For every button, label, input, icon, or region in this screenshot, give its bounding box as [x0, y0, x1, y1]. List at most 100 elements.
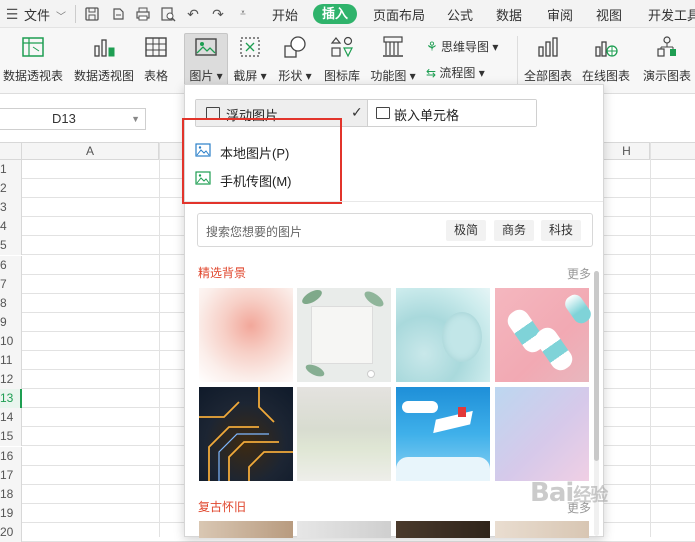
- mind-map-button[interactable]: ⚘ 思维导图 ▾: [426, 38, 498, 55]
- embed-cell-label: 嵌入单元格: [394, 108, 460, 123]
- row-header[interactable]: 6: [0, 255, 22, 275]
- hamburger-icon[interactable]: ☰: [4, 6, 20, 22]
- background-thumbnail[interactable]: [199, 387, 293, 481]
- function-chart-button[interactable]: 功能图 ▾: [368, 34, 418, 88]
- tab-review[interactable]: 审阅: [547, 5, 573, 24]
- row-header[interactable]: 7: [0, 274, 22, 294]
- export-icon[interactable]: [110, 6, 126, 22]
- screenshot-icon: [237, 34, 263, 60]
- tab-insert[interactable]: 插入: [313, 4, 357, 24]
- file-menu[interactable]: 文件: [24, 5, 50, 24]
- mind-map-label: 思维导图: [441, 40, 490, 54]
- redo-icon[interactable]: ↷: [210, 6, 226, 22]
- row-header[interactable]: 9: [0, 312, 22, 332]
- retro-thumbnail[interactable]: [495, 521, 589, 538]
- shape-button[interactable]: 形状 ▾: [276, 34, 314, 88]
- tag-minimal[interactable]: 极简: [446, 220, 487, 241]
- row-header[interactable]: 17: [0, 465, 22, 485]
- tab-developer[interactable]: 开发工具: [648, 5, 695, 24]
- embed-cell-icon: [376, 107, 390, 119]
- chevron-down-icon[interactable]: ﹀: [56, 8, 66, 23]
- print-icon[interactable]: [135, 6, 151, 22]
- row-header[interactable]: 2: [0, 179, 22, 199]
- tab-view[interactable]: 视图: [596, 5, 622, 24]
- pivot-chart-label: 数据透视图: [73, 69, 134, 83]
- pivot-table-label: 数据透视表: [2, 69, 63, 83]
- row-header[interactable]: 3: [0, 198, 22, 218]
- search-input[interactable]: 搜索您想要的图片: [206, 223, 302, 240]
- online-chart-label: 在线图表: [581, 69, 630, 83]
- background-thumbnail[interactable]: [199, 288, 293, 382]
- watermark-logo: Bai经验: [530, 478, 608, 508]
- ribbon-divider: [517, 36, 518, 86]
- row-header[interactable]: 4: [0, 217, 22, 237]
- online-chart-button[interactable]: 在线图表: [580, 34, 632, 88]
- tab-page-layout[interactable]: 页面布局: [373, 5, 425, 24]
- all-charts-button[interactable]: 全部图表: [522, 34, 574, 88]
- icon-library-icon: [329, 34, 355, 60]
- icon-library-button[interactable]: 图标库: [322, 34, 362, 88]
- background-thumbnail[interactable]: [495, 288, 594, 382]
- undo-icon[interactable]: ↶: [185, 6, 201, 22]
- demo-chart-button[interactable]: 演示图表: [640, 34, 694, 88]
- background-thumbnail[interactable]: [297, 287, 391, 382]
- picture-dropdown-panel: 浮动图片 ✓ 嵌入单元格 本地图片(P) 手机传图(M) 搜索您想要的图片 极简…: [182, 84, 604, 538]
- background-thumbnail[interactable]: [396, 387, 490, 481]
- online-chart-icon: [593, 34, 619, 60]
- row-header[interactable]: 13: [0, 389, 22, 409]
- flowchart-icon: ⇆: [426, 66, 437, 80]
- screenshot-label: 截屏 ▾: [233, 69, 267, 83]
- pivot-table-icon: [20, 34, 46, 60]
- pivot-table-button[interactable]: 数据透视表: [0, 34, 66, 88]
- retro-thumbnail[interactable]: [396, 521, 490, 538]
- screenshot-button[interactable]: 截屏 ▾: [232, 34, 268, 88]
- column-header-h[interactable]: H: [604, 143, 650, 160]
- background-thumbnail[interactable]: [396, 288, 490, 382]
- name-box[interactable]: D13 ▼: [0, 108, 146, 130]
- tab-data[interactable]: 数据: [496, 5, 522, 24]
- row-header[interactable]: 1: [0, 160, 22, 179]
- section-title-featured: 精选背景: [198, 266, 247, 280]
- embed-cell-option[interactable]: 嵌入单元格: [367, 100, 536, 126]
- picture-search-box[interactable]: 搜索您想要的图片 极简 商务 科技: [197, 213, 593, 247]
- row-header[interactable]: 16: [0, 446, 22, 466]
- row-header[interactable]: 14: [0, 408, 22, 428]
- save-icon[interactable]: [84, 6, 100, 22]
- tag-technology[interactable]: 科技: [541, 220, 582, 241]
- chevron-down-icon[interactable]: ▼: [131, 109, 140, 129]
- flowchart-label: 流程图: [439, 66, 476, 80]
- pivot-chart-button[interactable]: 数据透视图: [72, 34, 136, 88]
- row-header[interactable]: 19: [0, 503, 22, 523]
- tab-formulas[interactable]: 公式: [447, 5, 473, 24]
- row-header[interactable]: 8: [0, 293, 22, 313]
- row-header[interactable]: 5: [0, 236, 22, 256]
- row-header[interactable]: 20: [0, 522, 22, 542]
- background-thumbnail[interactable]: [495, 387, 589, 481]
- row-header[interactable]: 10: [0, 331, 22, 351]
- more-link[interactable]: 更多: [567, 265, 591, 282]
- flowchart-button[interactable]: ⇆ 流程图 ▾: [426, 64, 485, 81]
- print-preview-icon[interactable]: [160, 6, 176, 22]
- retro-thumbnail[interactable]: [297, 521, 391, 538]
- background-thumbnail[interactable]: [297, 387, 391, 481]
- table-button[interactable]: 表格: [140, 34, 172, 88]
- icon-library-label: 图标库: [323, 69, 360, 83]
- retro-thumbnail[interactable]: [199, 521, 293, 538]
- row-header[interactable]: 18: [0, 484, 22, 504]
- customize-icon[interactable]: ⩡: [235, 6, 251, 22]
- row-header[interactable]: 15: [0, 427, 22, 447]
- shape-label: 形状 ▾: [278, 69, 312, 83]
- mind-map-icon: ⚘: [426, 39, 438, 54]
- select-all-corner[interactable]: [0, 143, 22, 160]
- picture-button[interactable]: 图片 ▾: [184, 33, 228, 90]
- column-header-a[interactable]: A: [22, 143, 159, 160]
- tag-business[interactable]: 商务: [494, 220, 535, 241]
- scrollbar-thumb[interactable]: [594, 271, 599, 461]
- section-title-retro: 复古怀旧: [198, 500, 247, 514]
- divider: [75, 5, 76, 23]
- row-header[interactable]: 12: [0, 370, 22, 390]
- column-header[interactable]: [650, 143, 695, 160]
- demo-chart-icon: [654, 34, 680, 60]
- row-header[interactable]: 11: [0, 351, 22, 370]
- tab-home[interactable]: 开始: [272, 5, 298, 24]
